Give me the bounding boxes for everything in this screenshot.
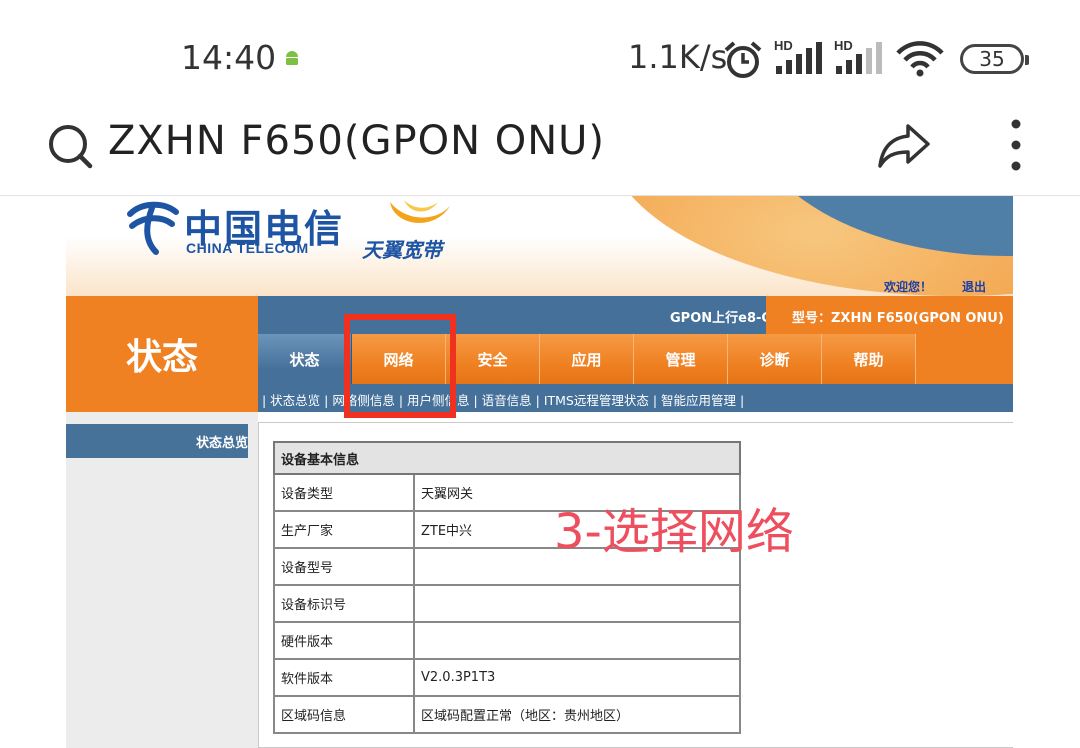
more-options-icon[interactable] (1002, 118, 1030, 172)
annotation-text: 3-选择网络 (554, 504, 794, 560)
status-time: 14:40 (181, 38, 277, 77)
search-icon[interactable] (46, 122, 94, 170)
row-value: V2.0.3P1T3 (413, 658, 741, 697)
signal-icon: HD (834, 38, 882, 74)
row-key: 软件版本 (273, 658, 415, 697)
china-telecom-logo-icon (127, 201, 179, 255)
gpon-label: GPON上行e8-C (670, 311, 771, 326)
logo-english: CHINA TELECOM (186, 240, 309, 256)
battery-icon: 35 (960, 44, 1029, 74)
model-label: 型号：ZXHN F650(GPON ONU) (766, 296, 1013, 334)
sidebar-item-status-overview[interactable]: 状态总览 (66, 424, 248, 458)
row-value (413, 621, 741, 660)
alarm-icon (724, 41, 762, 78)
row-key: 区域码信息 (273, 695, 415, 734)
tab-security[interactable]: 安全 (446, 334, 540, 384)
battery-level: 35 (979, 47, 1005, 71)
row-value (413, 584, 741, 623)
router-web-page: 中国电信 CHINA TELECOM 天翼宽带 欢迎您！ 退出 状态 状态总览 … (66, 196, 1013, 748)
tianyi-broadband-text: 天翼宽带 (362, 238, 442, 262)
signal-hd-label: HD (774, 38, 793, 53)
tab-status[interactable]: 状态 (258, 334, 352, 384)
signal-icon: HD (774, 38, 822, 74)
row-value: 区域码配置正常（地区：贵州地区） (413, 695, 741, 734)
share-icon[interactable] (876, 120, 932, 170)
table-title: 设备基本信息 (274, 442, 740, 475)
section-title: 状态 (66, 296, 258, 412)
welcome-text: 欢迎您！ (884, 280, 933, 294)
device-info-table: 设备基本信息 设备类型 天翼网关 生产厂家 ZTE中兴 设备型号 设备标识号 硬… (273, 441, 741, 734)
table-row: 区域码信息 区域码配置正常（地区：贵州地区） (273, 695, 741, 734)
left-sidebar: 状态总览 (66, 412, 258, 748)
row-key: 硬件版本 (273, 621, 415, 660)
wifi-icon (896, 41, 944, 77)
tianyi-logo-icon (390, 200, 450, 223)
row-key: 设备标识号 (273, 584, 415, 623)
android-icon (286, 51, 298, 65)
tab-help[interactable]: 帮助 (822, 334, 916, 384)
table-row: 硬件版本 (273, 621, 741, 660)
logout-link[interactable]: 退出 (962, 278, 986, 295)
browser-toolbar: ZXHN F650(GPON ONU) (0, 100, 1080, 196)
table-row: 设备标识号 (273, 584, 741, 623)
network-speed: 1.1K/s (628, 38, 728, 76)
table-row: 软件版本 V2.0.3P1T3 (273, 658, 741, 697)
router-header: 中国电信 CHINA TELECOM 天翼宽带 欢迎您！ 退出 (66, 196, 1013, 296)
row-key: 设备类型 (273, 473, 415, 512)
content-panel: 设备基本信息 设备类型 天翼网关 生产厂家 ZTE中兴 设备型号 设备标识号 硬… (258, 422, 1013, 748)
tab-diagnostics[interactable]: 诊断 (728, 334, 822, 384)
row-key: 设备型号 (273, 547, 415, 586)
row-key: 生产厂家 (273, 510, 415, 549)
highlight-box (344, 314, 456, 418)
signal-hd-label: HD (834, 38, 853, 53)
tab-management[interactable]: 管理 (634, 334, 728, 384)
tab-application[interactable]: 应用 (540, 334, 634, 384)
address-bar-title[interactable]: ZXHN F650(GPON ONU) (108, 118, 605, 164)
status-bar: 14:40 1.1K/s HD HD 35 (0, 0, 1080, 100)
